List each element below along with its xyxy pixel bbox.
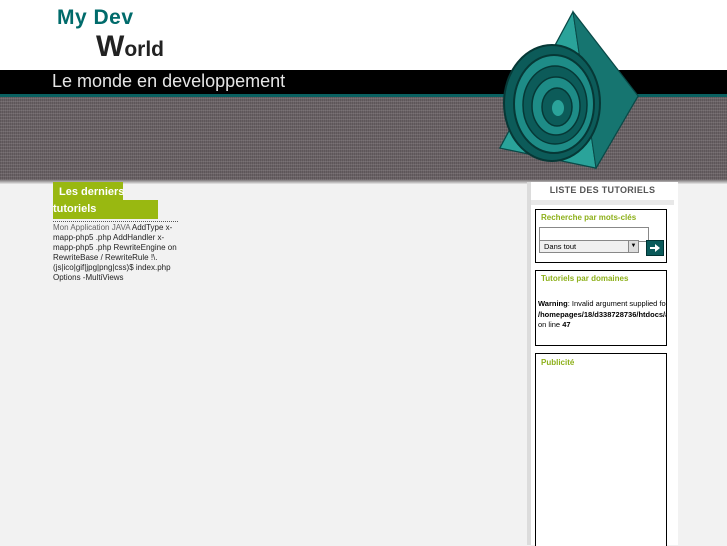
warning-msg: : Invalid argument supplied for foreach(…: [567, 299, 666, 308]
eye-logo-icon: [498, 10, 639, 170]
select-arrow-icon[interactable]: ▼: [628, 241, 638, 252]
warning-line-number: 47: [562, 320, 571, 329]
search-scope-value: Dans tout: [544, 242, 577, 251]
sidebar-heading: LISTE DES TUTORIELS: [549, 185, 656, 195]
ads-box-title: Publicité: [541, 358, 575, 367]
site-tagline: Le monde en developpement: [52, 71, 286, 91]
section-title: Les derniers: [59, 186, 125, 198]
search-scope-select[interactable]: Dans tout ▼: [539, 240, 639, 253]
arrow-right-icon: [650, 244, 660, 252]
site-logo-line1[interactable]: My Dev: [57, 6, 134, 30]
tutorial-category-link[interactable]: Mon Application JAVA: [53, 223, 130, 232]
divider: [53, 221, 178, 222]
site-logo-line2[interactable]: World: [96, 30, 164, 64]
php-warning-message: Warning: Invalid argument supplied for f…: [538, 299, 666, 331]
domains-box: Tutoriels par domaines Warning: Invalid …: [535, 270, 667, 346]
search-box: Recherche par mots-clés Dans tout ▼: [535, 209, 667, 263]
warning-path: /homepages/18/d338728736/htdocs/applicat…: [538, 309, 666, 319]
section-title-line2: tutoriels: [53, 203, 97, 215]
logo-initial: W: [96, 30, 125, 63]
warning-label: Warning: [538, 299, 568, 308]
sidebar-heading-bar: [531, 200, 674, 205]
ads-box: Publicité: [535, 353, 667, 546]
logo-rest: orld: [124, 38, 164, 61]
warning-line-prefix: on line: [538, 320, 563, 329]
search-submit-button[interactable]: [646, 240, 664, 256]
tutorial-list-item: Mon Application JAVA AddType x-mapp-php5…: [53, 223, 183, 283]
search-box-title: Recherche par mots-clés: [541, 213, 637, 222]
domains-box-title: Tutoriels par domaines: [541, 274, 629, 283]
